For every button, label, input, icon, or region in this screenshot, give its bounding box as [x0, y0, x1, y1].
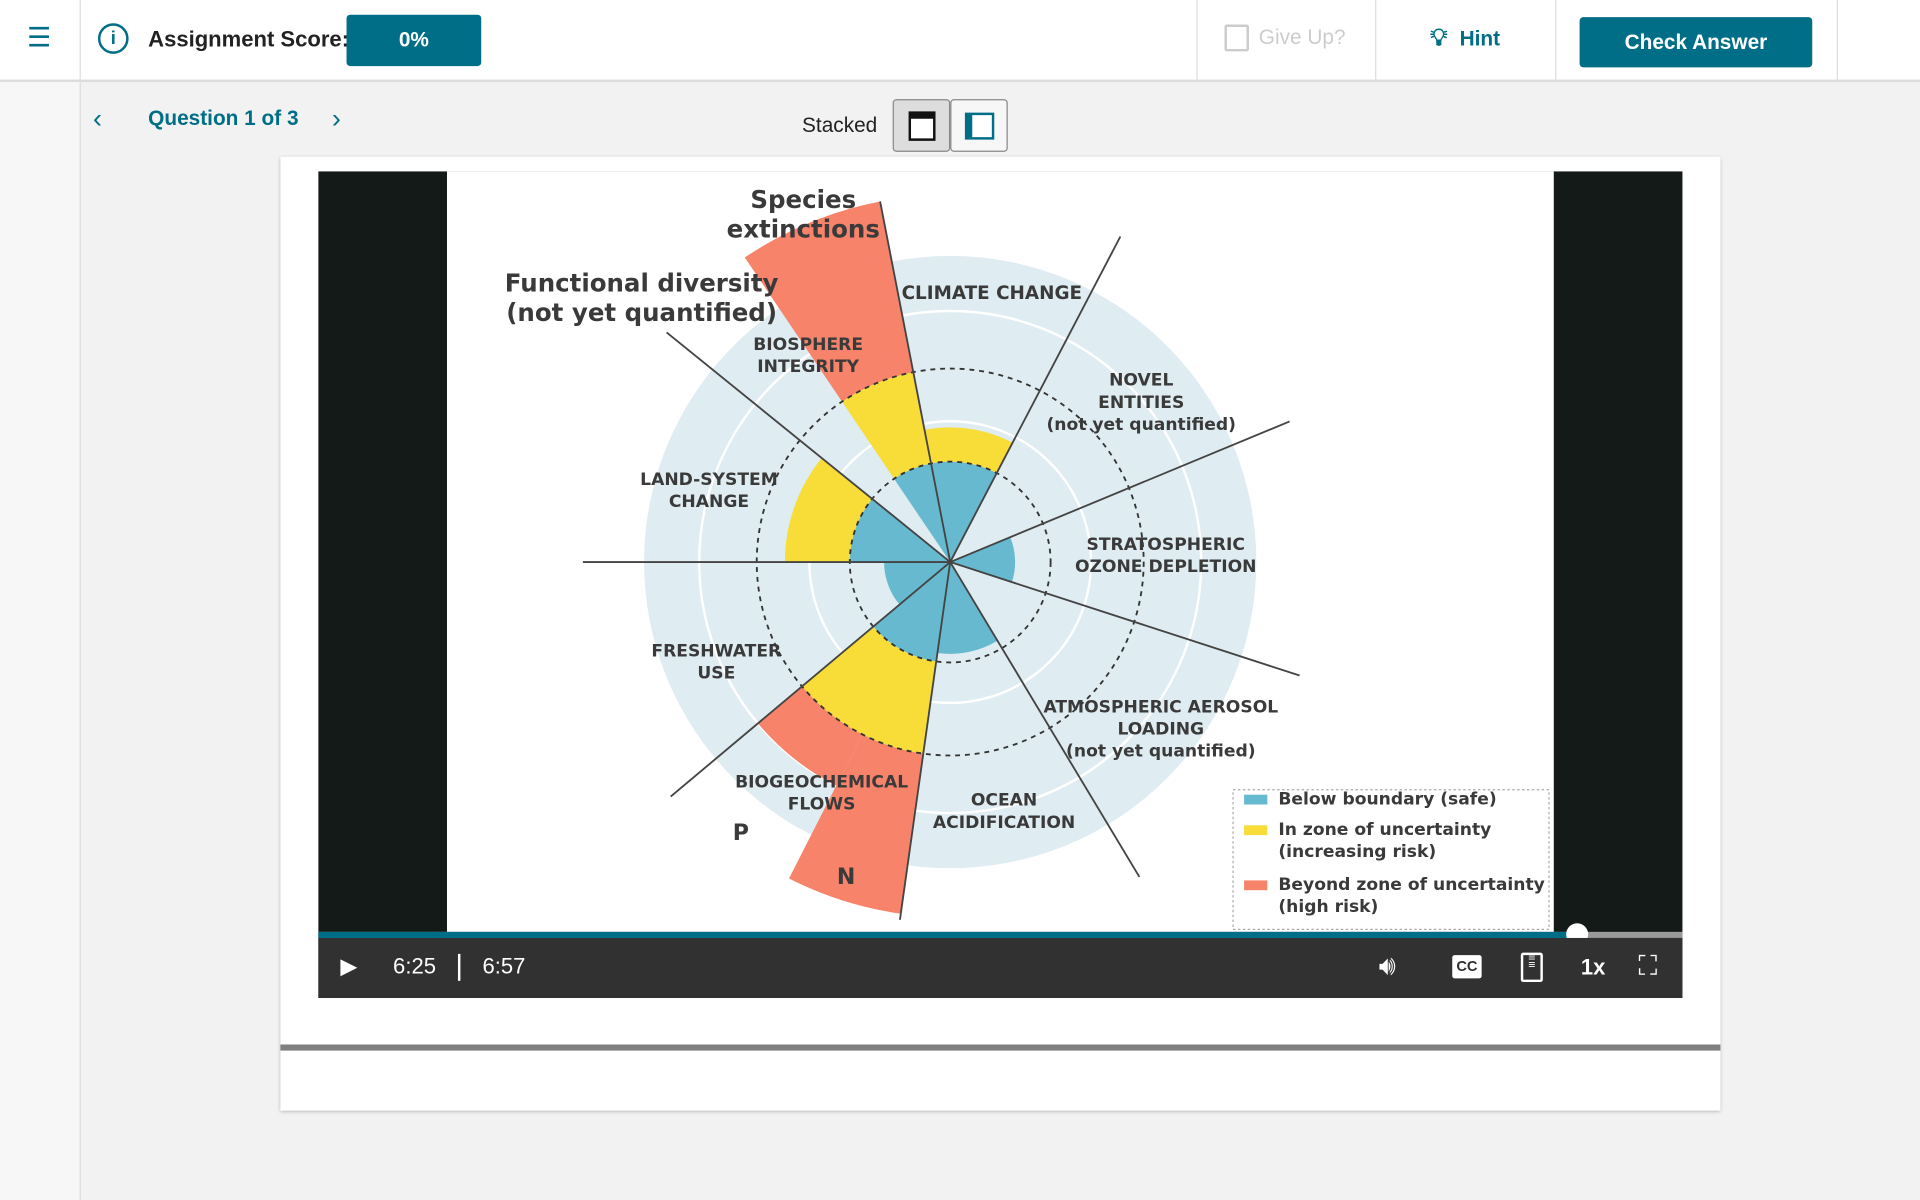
label-atmospheric-aerosol: (not yet quantified) [1066, 742, 1256, 762]
label-land-system-change: LAND-SYSTEM [640, 470, 778, 490]
side-by-side-layout-icon [964, 112, 994, 139]
check-answer-button[interactable]: Check Answer [1579, 17, 1813, 68]
assignment-score-value[interactable]: 0% [346, 14, 482, 67]
give-up-label: Give Up? [1258, 25, 1346, 49]
label-biogeochemical-flows: FLOWS [788, 794, 856, 814]
transcript-icon[interactable]: ≡ ≡ [1520, 952, 1543, 983]
legend-label: Below boundary (safe) [1278, 789, 1496, 809]
play-icon[interactable]: ▶ [340, 954, 357, 980]
left-sidebar [0, 82, 81, 1200]
legend-swatch [1244, 880, 1268, 891]
divider [1196, 0, 1198, 80]
closed-captions-icon[interactable]: CC [1452, 955, 1482, 979]
menu-list-icon[interactable]: ☰ [27, 24, 51, 51]
planetary-boundaries-diagram: SpeciesextinctionsFunctional diversity(n… [446, 171, 1554, 934]
side-by-side-layout-toggle[interactable] [950, 99, 1008, 152]
current-time: 6:25 [393, 953, 436, 979]
label-novel-entities: NOVEL [1109, 371, 1173, 391]
legend-swatch [1244, 825, 1268, 836]
label-freshwater-use: USE [697, 663, 735, 683]
layout-label: Stacked [802, 113, 878, 138]
divider [79, 0, 81, 80]
label-freshwater-use: FRESHWATER [651, 641, 781, 661]
divider-bar [280, 1044, 1721, 1051]
label-novel-entities: ENTITIES [1098, 393, 1184, 413]
legend: Below boundary (safe) In zone of uncertai… [1232, 789, 1550, 931]
label-novel-entities: (not yet quantified) [1046, 415, 1236, 435]
label-biogeochemical-flows: BIOGEOCHEMICAL [735, 772, 908, 792]
fullscreen-icon[interactable]: ⛶ [1638, 950, 1657, 982]
label-stratospheric-ozone: OZONE DEPLETION [1075, 557, 1257, 577]
label-biosphere-integrity: INTEGRITY [757, 357, 859, 377]
assignment-score-label: Assignment Score: [148, 26, 350, 52]
label-functional-diversity: Functional diversity [505, 268, 779, 297]
label-functional-diversity: (not yet quantified) [506, 298, 777, 327]
label-p-label: P [733, 821, 749, 846]
video-controls: ▶ 6:25 6:57 🔊︎ CC ≡ ≡ 1x ⛶ [318, 937, 1683, 998]
label-n-label: N [837, 865, 855, 890]
legend-label: Beyond zone of uncertainty [1278, 875, 1544, 895]
duration: 6:57 [482, 953, 526, 979]
legend-swatch [1244, 794, 1268, 805]
label-biosphere-integrity: BIOSPHERE [753, 335, 863, 355]
label-ocean-acidification: OCEAN [971, 791, 1037, 811]
question-indicator[interactable]: Question 1 of 3 [148, 107, 298, 131]
label-atmospheric-aerosol: ATMOSPHERIC AEROSOL [1043, 698, 1278, 718]
stacked-layout-icon [907, 110, 935, 141]
hint-label: Hint [1459, 26, 1501, 50]
label-land-system-change: CHANGE [669, 492, 749, 512]
legend-label: (increasing risk) [1278, 842, 1436, 862]
time-separator [457, 953, 461, 981]
label-stratospheric-ozone: STRATOSPHERIC [1087, 535, 1245, 555]
stacked-layout-toggle[interactable] [892, 99, 951, 152]
previous-question-button[interactable]: ‹ [93, 103, 102, 135]
hint-button[interactable]: 💡︎ Hint [1430, 24, 1500, 52]
next-question-button[interactable]: › [332, 103, 341, 135]
label-ocean-acidification: ACIDIFICATION [933, 813, 1075, 833]
label-atmospheric-aerosol: LOADING [1117, 720, 1204, 740]
label-species-extinctions: Species [750, 185, 856, 214]
divider [1555, 0, 1557, 80]
top-bar: ☰ i Assignment Score: 0% Give Up? 💡︎ Hin… [0, 0, 1920, 83]
info-icon[interactable]: i [97, 23, 129, 54]
legend-label: In zone of uncertainty [1278, 820, 1491, 840]
legend-label: (high risk) [1278, 897, 1378, 917]
label-species-extinctions: extinctions [727, 215, 880, 244]
volume-icon[interactable]: 🔊︎ [1379, 950, 1396, 982]
give-up-icon [1224, 24, 1249, 52]
give-up-button: Give Up? [1224, 24, 1346, 52]
label-climate-change: CLIMATE CHANGE [902, 283, 1083, 304]
lightbulb-icon: 💡︎ [1430, 24, 1448, 52]
video-player[interactable]: Species extinctions Functional diversity (n… [318, 171, 1683, 998]
playback-speed-button[interactable]: 1x [1581, 955, 1606, 981]
divider [1836, 0, 1838, 80]
divider [1375, 0, 1377, 80]
